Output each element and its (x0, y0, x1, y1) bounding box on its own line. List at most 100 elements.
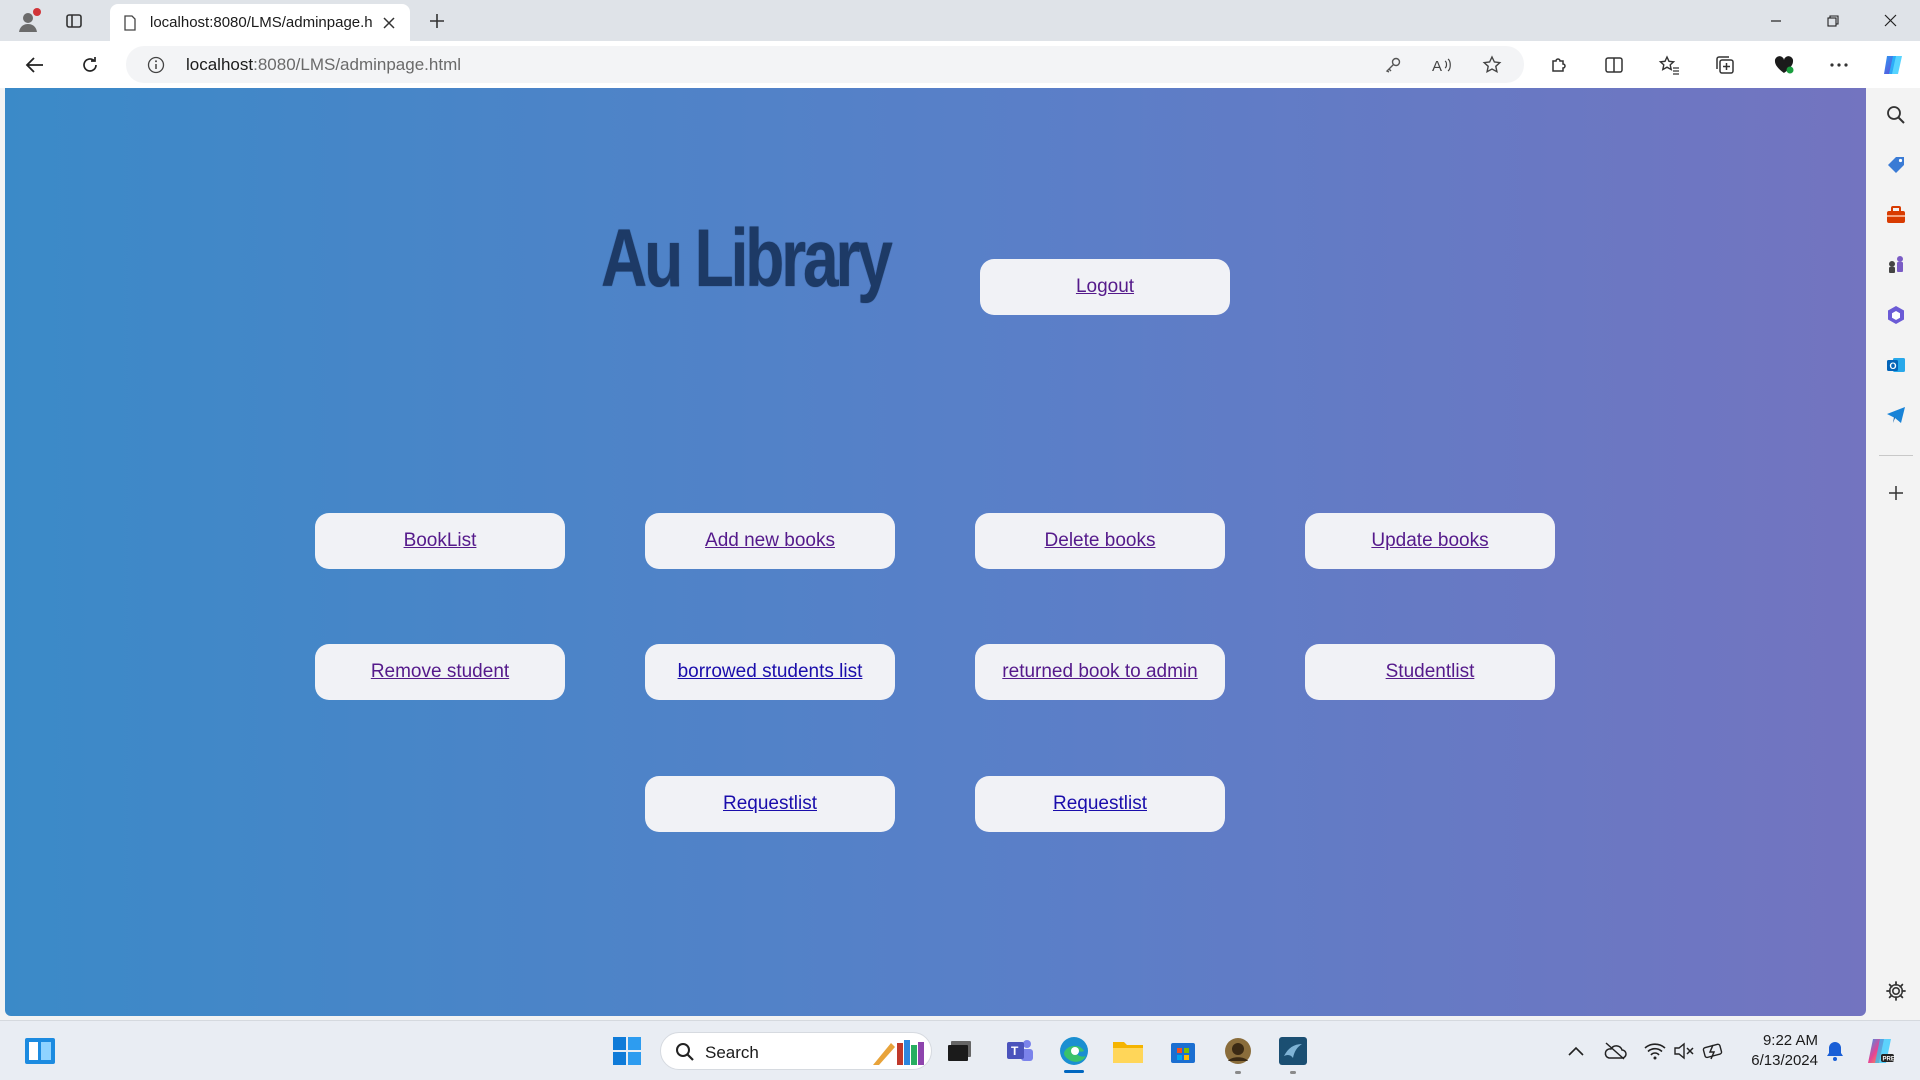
favorite-star-icon[interactable] (1479, 52, 1505, 78)
search-label: Search (705, 1043, 759, 1062)
show-hidden-icons-chevron-icon[interactable] (1558, 1033, 1594, 1069)
studentlist-link[interactable]: Studentlist (1386, 661, 1475, 683)
back-arrow-icon (25, 57, 43, 73)
new-tab-button[interactable] (424, 8, 450, 34)
borrowed-students-list-link[interactable]: borrowed students list (678, 661, 863, 683)
games-chess-icon[interactable] (1883, 252, 1909, 278)
refresh-icon (83, 57, 97, 72)
task-view-icon[interactable] (942, 1033, 978, 1069)
start-windows-icon[interactable] (609, 1033, 645, 1069)
add-sidebar-icon[interactable] (1883, 480, 1909, 506)
remove-student-button[interactable]: Remove student (315, 644, 565, 700)
favorites-button[interactable] (1652, 49, 1686, 81)
windows-taskbar: Search T 9:22 AM 6/13/2024 PRE (0, 1020, 1920, 1080)
tab-title: localhost:8080/LMS/adminpage.html (150, 14, 372, 31)
more-options-button[interactable] (1822, 49, 1856, 81)
puzzle-icon (1552, 58, 1566, 72)
requestlist-link-2[interactable]: Requestlist (1053, 793, 1147, 815)
returned-book-to-admin-link[interactable]: returned book to admin (1002, 661, 1197, 683)
battery-charging-icon[interactable] (1696, 1033, 1732, 1069)
requestlist-link[interactable]: Requestlist (723, 793, 817, 815)
sidebar-divider (1879, 455, 1913, 456)
copilot-button[interactable] (1876, 49, 1910, 81)
remove-student-link[interactable]: Remove student (371, 661, 509, 683)
heart-pulse-icon (1774, 56, 1794, 74)
outlook-icon[interactable]: O (1883, 352, 1909, 378)
microsoft-365-icon[interactable] (1883, 302, 1909, 328)
delete-books-link[interactable]: Delete books (1045, 530, 1156, 552)
copilot-icon (1884, 56, 1902, 74)
copilot-taskbar-icon[interactable]: PRE (1862, 1033, 1898, 1069)
clock-time: 9:22 AM (1762, 1032, 1818, 1049)
active-tab[interactable]: localhost:8080/LMS/adminpage.html (110, 4, 410, 41)
minimize-button[interactable] (1748, 0, 1804, 41)
microsoft-store-icon[interactable] (1165, 1033, 1201, 1069)
svg-text:PRE: PRE (1883, 1057, 1895, 1063)
update-books-link[interactable]: Update books (1371, 530, 1488, 552)
taskbar-search[interactable]: Search (660, 1032, 932, 1070)
app-avatar-icon[interactable] (1220, 1033, 1256, 1069)
close-tab-icon[interactable] (380, 14, 398, 32)
restore-button[interactable] (1805, 0, 1861, 41)
tab-actions-button[interactable] (62, 9, 86, 33)
mysql-workbench-icon[interactable] (1275, 1033, 1311, 1069)
notification-bell-icon[interactable] (1817, 1033, 1853, 1069)
collections-icon (1716, 56, 1734, 74)
running-app-indicator-2 (1290, 1071, 1296, 1074)
running-app-indicator (1235, 1071, 1241, 1074)
booklist-button[interactable]: BookList (315, 513, 565, 569)
studentlist-button[interactable]: Studentlist (1305, 644, 1555, 700)
shopping-tag-icon[interactable] (1883, 152, 1909, 178)
logout-link[interactable]: Logout (1076, 276, 1134, 298)
add-new-books-button[interactable]: Add new books (645, 513, 895, 569)
refresh-button[interactable] (73, 49, 107, 81)
split-screen-button[interactable] (1597, 49, 1631, 81)
file-explorer-icon[interactable] (1110, 1033, 1146, 1069)
site-title: Au Library (601, 213, 893, 304)
search-icon[interactable] (1883, 102, 1909, 128)
edge-sidebar: O (1871, 88, 1920, 1016)
add-new-books-link[interactable]: Add new books (705, 530, 835, 552)
svg-text:A: A (1432, 58, 1442, 74)
profile-avatar[interactable] (14, 7, 42, 35)
back-button[interactable] (18, 49, 52, 81)
notification-dot (33, 8, 41, 16)
booklist-link[interactable]: BookList (404, 530, 477, 552)
widgets-icon[interactable] (22, 1033, 58, 1069)
extensions-button[interactable] (1542, 49, 1576, 81)
clock-date: 6/13/2024 (1751, 1052, 1818, 1069)
address-bar[interactable]: localhost:8080/LMS/adminpage.html A (126, 46, 1524, 83)
browser-toolbar: localhost:8080/LMS/adminpage.html A (0, 41, 1920, 88)
teams-icon[interactable]: T (1002, 1033, 1038, 1069)
update-books-button[interactable]: Update books (1305, 513, 1555, 569)
tab-strip: localhost:8080/LMS/adminpage.html (0, 0, 1920, 41)
returned-book-to-admin-button[interactable]: returned book to admin (975, 644, 1225, 700)
close-window-button[interactable] (1862, 0, 1918, 41)
onedrive-offline-icon[interactable] (1597, 1033, 1633, 1069)
logout-button[interactable]: Logout (980, 259, 1230, 315)
favorites-icon (1658, 55, 1679, 75)
send-telegram-icon[interactable] (1883, 402, 1909, 428)
requestlist-button[interactable]: Requestlist (645, 776, 895, 832)
browser-essentials-button[interactable] (1767, 49, 1801, 81)
key-icon[interactable] (1380, 52, 1406, 78)
tools-briefcase-icon[interactable] (1883, 202, 1909, 228)
page-viewport: Au Library Logout BookList Add new books… (5, 88, 1866, 1016)
url-text[interactable]: localhost:8080/LMS/adminpage.html (186, 55, 461, 75)
edge-browser-icon[interactable] (1056, 1033, 1092, 1069)
system-clock[interactable]: 9:22 AM 6/13/2024 (1738, 1031, 1818, 1071)
svg-text:T: T (1011, 1044, 1019, 1058)
restore-icon (1827, 14, 1839, 27)
split-screen-icon (1605, 57, 1623, 73)
search-icon (676, 1043, 694, 1061)
requestlist-button-2[interactable]: Requestlist (975, 776, 1225, 832)
plus-icon (430, 14, 444, 28)
read-aloud-icon[interactable]: A (1430, 52, 1456, 78)
svg-text:O: O (1890, 361, 1897, 371)
borrowed-students-list-button[interactable]: borrowed students list (645, 644, 895, 700)
collections-button[interactable] (1708, 49, 1742, 81)
minimize-icon (1771, 19, 1781, 22)
settings-gear-icon[interactable] (1883, 978, 1909, 1004)
site-info-icon[interactable] (146, 55, 166, 75)
delete-books-button[interactable]: Delete books (975, 513, 1225, 569)
